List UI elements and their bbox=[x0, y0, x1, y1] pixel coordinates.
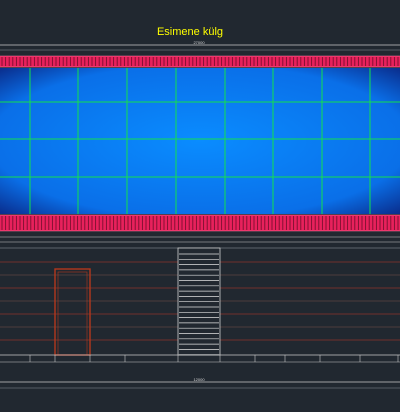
top-dimension: 27000 bbox=[0, 40, 400, 51]
top-dimension-label: 27000 bbox=[193, 40, 205, 45]
base-line bbox=[0, 354, 400, 363]
drawing-svg: Esimene külg 27000 12000 bbox=[0, 26, 400, 389]
door-outline bbox=[54, 268, 91, 356]
bottom-dimension-label: 12000 bbox=[193, 377, 205, 382]
cad-drawing-canvas: Esimene külg 27000 12000 bbox=[0, 0, 400, 412]
top-railing bbox=[0, 55, 400, 68]
drawing-title: Esimene külg bbox=[157, 26, 223, 38]
bottom-dimension: 12000 bbox=[0, 377, 400, 389]
wall-panel bbox=[0, 68, 400, 214]
stair-opening bbox=[177, 247, 221, 356]
separator-lines bbox=[0, 236, 400, 249]
bottom-railing bbox=[0, 214, 400, 232]
